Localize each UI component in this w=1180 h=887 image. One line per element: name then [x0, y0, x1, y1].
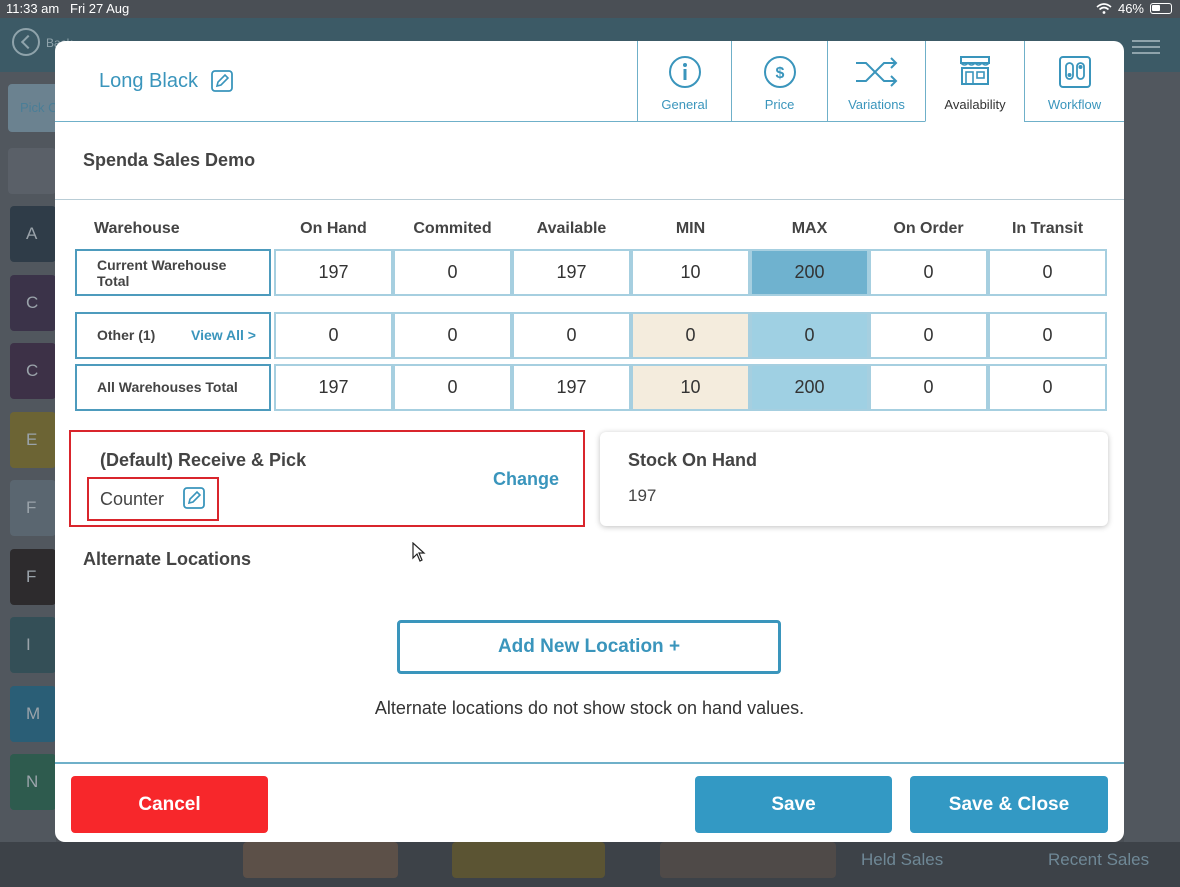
tab-label: Workflow: [1047, 97, 1102, 112]
status-right: 46%: [1096, 1, 1172, 16]
cell-min[interactable]: 10: [631, 249, 750, 296]
cell-on-hand: 0: [274, 312, 393, 359]
tab-availability[interactable]: Availability: [925, 41, 1024, 122]
add-location-button[interactable]: Add New Location +: [397, 620, 781, 674]
workflow-icon: [1058, 56, 1091, 88]
cell-commited: 0: [393, 312, 512, 359]
edit-icon[interactable]: [211, 70, 233, 92]
cell-commited: 0: [393, 364, 512, 411]
cell-in-transit: 0: [988, 312, 1107, 359]
column-header: Commited: [413, 220, 492, 237]
category-tile: C: [10, 274, 56, 331]
alternate-locations-note: Alternate locations do not show stock on…: [374, 698, 805, 718]
column-header: On Hand: [300, 220, 367, 237]
cell-on-hand: 197: [274, 249, 393, 296]
svg-text:$: $: [775, 65, 784, 82]
cell-on-hand: 197: [274, 364, 393, 411]
row-label-current-warehouse: Current Warehouse Total: [75, 249, 271, 296]
company-name: Spenda Sales Demo: [83, 150, 256, 170]
cell-max[interactable]: 200: [750, 249, 869, 296]
tab-price[interactable]: $ Price: [731, 41, 827, 122]
filter-icon: [1132, 36, 1160, 58]
row-label-other: Other (1) View All >: [75, 312, 271, 359]
default-location-name: Counter: [100, 489, 165, 509]
row-label-text: Current Warehouse Total: [97, 257, 227, 289]
edit-icon[interactable]: [183, 487, 205, 509]
wifi-icon: [1096, 3, 1112, 14]
cancel-button[interactable]: Cancel: [71, 776, 268, 833]
recent-sales-label: Recent Sales: [1048, 850, 1150, 869]
held-sales-label: Held Sales: [861, 850, 944, 869]
category-tile: E: [10, 411, 56, 468]
row-label-text: Other (1): [97, 327, 156, 343]
column-header: MAX: [791, 220, 828, 237]
category-tile: F: [10, 480, 56, 536]
view-all-link[interactable]: View All >: [191, 327, 256, 343]
tab-label: Availability: [944, 97, 1006, 112]
cell-in-transit: 0: [988, 364, 1107, 411]
tab-label: Price: [764, 97, 795, 112]
change-location-button[interactable]: Change: [493, 469, 559, 490]
list-icon: [8, 148, 56, 194]
row-label-text: All Warehouses Total: [97, 379, 238, 395]
cell-on-order: 0: [869, 249, 988, 296]
product-image: [243, 842, 398, 878]
tab-label: General: [661, 97, 708, 112]
tab-general[interactable]: General: [637, 41, 731, 122]
status-time: 11:33 am: [6, 1, 60, 16]
shuffle-icon: [855, 57, 897, 87]
save-button[interactable]: Save: [695, 776, 892, 833]
column-header: MIN: [675, 220, 706, 237]
back-icon: [12, 28, 40, 56]
background-right-panel: [1124, 72, 1180, 887]
column-header: Available: [536, 220, 607, 237]
cell-on-order: 0: [869, 364, 988, 411]
row-label-all-warehouses: All Warehouses Total: [75, 364, 271, 411]
store-icon: [960, 56, 990, 85]
modal-header: Long Black General $ Price Variations Av…: [55, 41, 1124, 122]
cell-available: 0: [512, 312, 631, 359]
category-tile: F: [10, 548, 56, 605]
product-title: Long Black: [99, 70, 198, 92]
status-bar: 11:33 am Fri 27 Aug 46%: [0, 0, 1180, 18]
cell-available: 197: [512, 364, 631, 411]
default-location-title: (Default) Receive & Pick: [100, 450, 307, 470]
cell-max: 0: [750, 312, 869, 359]
product-image: [452, 842, 605, 878]
dollar-icon: $: [763, 56, 796, 88]
product-image: [660, 842, 836, 878]
stock-on-hand-title: Stock On Hand: [628, 450, 758, 470]
alternate-locations-title: Alternate Locations: [83, 549, 252, 569]
info-icon: [668, 56, 701, 88]
tab-workflow[interactable]: Workflow: [1024, 41, 1124, 122]
column-header: On Order: [893, 220, 964, 237]
cell-max: 200: [750, 364, 869, 411]
company-bar: Spenda Sales Demo: [55, 122, 1124, 200]
save-close-button[interactable]: Save & Close: [910, 776, 1108, 833]
cell-in-transit: 0: [988, 249, 1107, 296]
cell-min: 10: [631, 364, 750, 411]
column-header: In Transit: [1011, 220, 1084, 237]
tab-variations[interactable]: Variations: [827, 41, 925, 122]
battery-percent: 46%: [1117, 1, 1144, 16]
stock-on-hand-value: 197: [628, 486, 657, 505]
category-tile: A: [10, 206, 56, 262]
category-tile: M: [10, 685, 56, 742]
cell-on-order: 0: [869, 312, 988, 359]
cell-commited: 0: [393, 249, 512, 296]
cell-available: 197: [512, 249, 631, 296]
modal-footer: Cancel Save Save & Close: [55, 762, 1124, 842]
stock-on-hand-card: Stock On Hand 197: [600, 432, 1108, 526]
battery-icon: [1150, 3, 1172, 14]
product-modal: Long Black General $ Price Variations Av…: [55, 41, 1124, 842]
mouse-cursor-icon: [412, 542, 426, 562]
cell-min: 0: [631, 312, 750, 359]
status-date: Fri 27 Aug: [70, 1, 130, 16]
category-tile: N: [10, 754, 56, 810]
category-tile: I: [10, 617, 56, 673]
tab-label: Variations: [848, 97, 905, 112]
category-tile: C: [10, 343, 56, 399]
column-header: Warehouse: [94, 220, 180, 237]
